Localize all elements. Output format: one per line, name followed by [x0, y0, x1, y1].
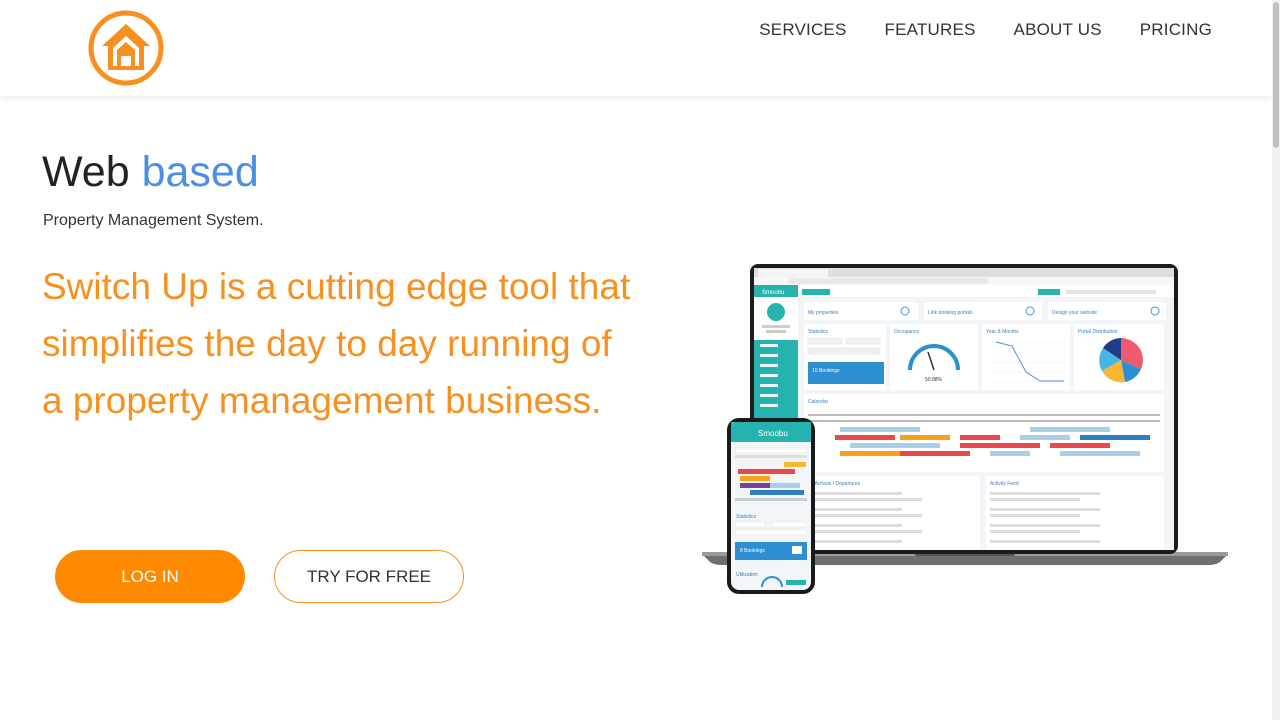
headline-web: Web	[42, 148, 130, 196]
headline-based: based	[141, 148, 259, 196]
page-scrollbar[interactable]	[1272, 0, 1280, 720]
phone-brand-label: Smoobu	[758, 429, 788, 438]
panel-calendar: Calendar	[808, 399, 829, 405]
phone-utilization-label: Utilization	[736, 572, 758, 578]
try-for-free-button[interactable]: TRY FOR FREE	[274, 550, 464, 603]
panel-activity: Activity Feed	[990, 481, 1019, 487]
panel-statistics: Statistics	[808, 329, 829, 335]
hero-headline: Web based	[42, 146, 259, 198]
phone-bookings-count: 8 Bookings	[740, 548, 765, 554]
phone-statistics-label: Statistics	[736, 514, 757, 520]
main-nav: SERVICES FEATURES ABOUT US PRICING	[740, 20, 1212, 40]
nav-pricing-link[interactable]: PRICING	[1121, 20, 1212, 40]
devices-mockup-image: Smoobu My properties Link booking portal…	[700, 262, 1230, 598]
laptop-bookings-count: 10 Bookings	[812, 368, 840, 374]
login-button[interactable]: LOG IN	[55, 550, 245, 603]
panel-my-properties: My properties	[808, 310, 839, 316]
laptop-brand-label: Smoobu	[762, 290, 784, 296]
panel-link-portals: Link booking portals	[928, 310, 973, 316]
panel-design-website: Design your website	[1052, 310, 1097, 316]
scrollbar-thumb[interactable]	[1273, 2, 1279, 148]
panel-year-months: Year & Months	[986, 329, 1019, 335]
nav-about-us-link[interactable]: ABOUT US	[995, 20, 1121, 40]
panel-arrivals: All Arrivals / Departures	[808, 481, 861, 487]
site-header: SERVICES FEATURES ABOUT US PRICING	[0, 0, 1272, 96]
nav-features-link[interactable]: FEATURES	[866, 20, 995, 40]
occupancy-value: 50.88%	[925, 377, 943, 383]
hero-subheadline: Property Management System.	[43, 212, 264, 229]
nav-services-link[interactable]: SERVICES	[740, 20, 865, 40]
hero-tagline: Switch Up is a cutting edge tool that si…	[42, 266, 631, 421]
panel-occupancy: Occupancy	[894, 329, 920, 335]
panel-portal-distribution: Portal Distribution	[1078, 329, 1118, 335]
house-icon[interactable]	[86, 8, 166, 88]
